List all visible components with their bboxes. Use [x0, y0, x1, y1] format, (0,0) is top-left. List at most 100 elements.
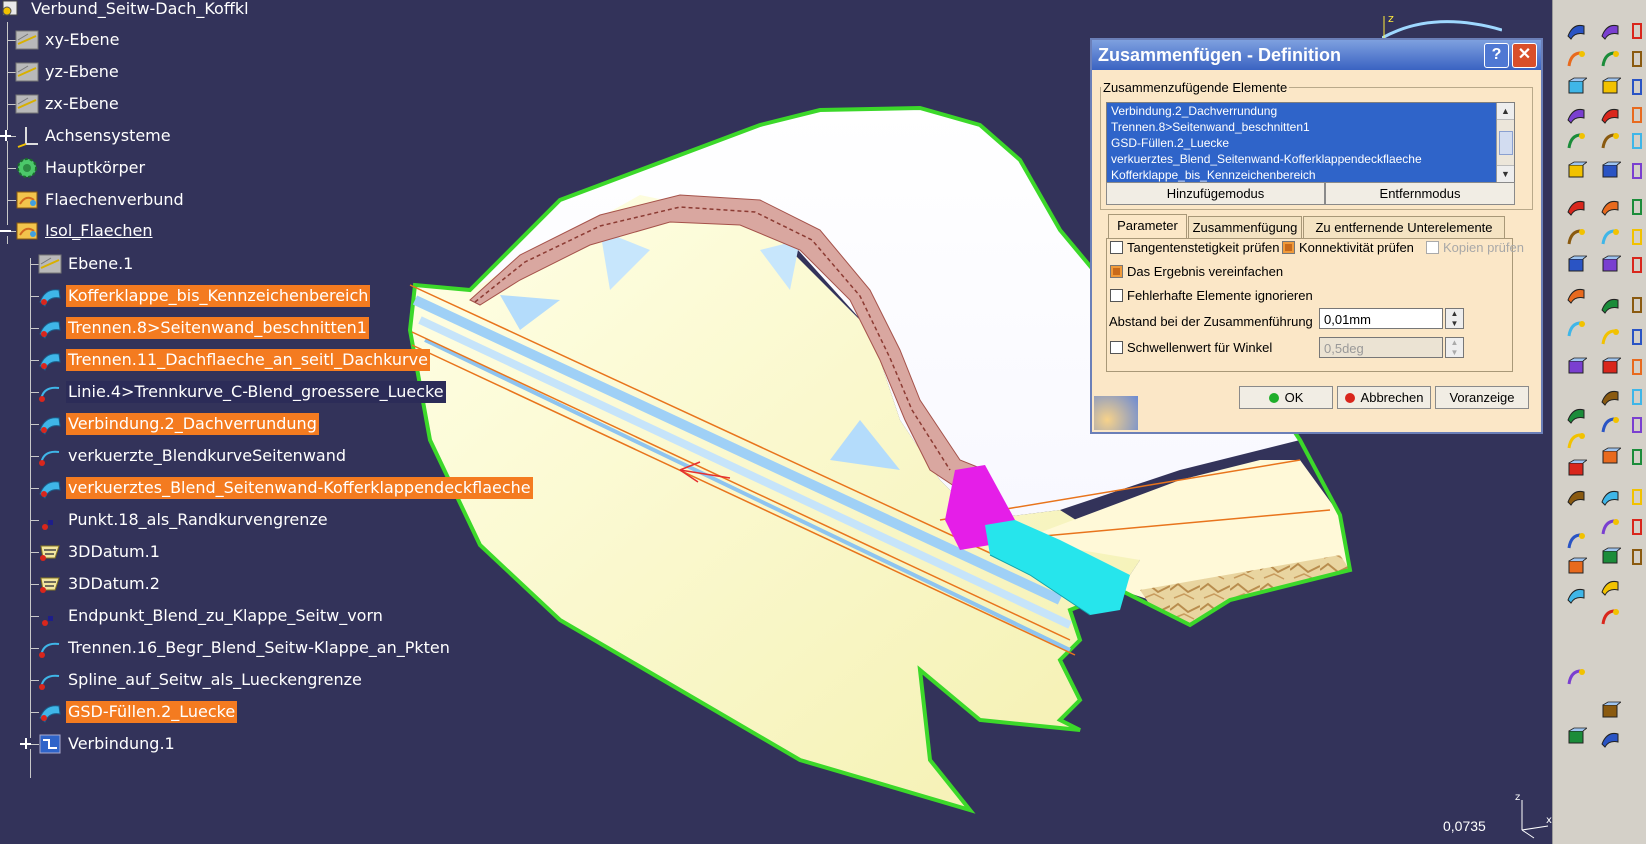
ignore-faulty-checkbox[interactable]: Fehlerhafte Elemente ignorieren: [1110, 288, 1313, 303]
toolbar-tool-icon[interactable]: [1565, 254, 1589, 276]
toolbar-tool-icon[interactable]: [1565, 726, 1589, 748]
tree-node[interactable]: Achsensysteme: [14, 123, 173, 149]
toolbar-tool-icon[interactable]: [1631, 516, 1646, 538]
cancel-button[interactable]: Abbrechen: [1337, 386, 1431, 409]
tree-node[interactable]: verkuerzte_BlendkurveSeitenwand: [37, 443, 348, 469]
toolbar-tool-icon[interactable]: [1565, 530, 1587, 552]
tree-node[interactable]: 3DDatum.2: [37, 571, 162, 597]
angle-threshold-checkbox[interactable]: Schwellenwert für Winkel: [1110, 340, 1272, 355]
tree-node[interactable]: xy-Ebene: [14, 27, 122, 53]
toolbar-tool-icon[interactable]: [1631, 486, 1646, 508]
tree-node[interactable]: GSD-Füllen.2_Luecke: [37, 699, 238, 725]
scroll-up-icon[interactable]: ▲: [1497, 103, 1514, 120]
toolbar-tool-icon[interactable]: [1631, 130, 1646, 152]
tree-node[interactable]: Trennen.8>Seitenwand_beschnitten1: [37, 315, 369, 341]
scroll-thumb[interactable]: [1499, 131, 1513, 155]
toolbar-tool-icon[interactable]: [1599, 728, 1621, 750]
toolbar-tool-icon[interactable]: [1599, 486, 1621, 508]
toolbar-tool-icon[interactable]: [1599, 294, 1621, 316]
specification-tree[interactable]: Verbund_Seitw-Dach_Koffkl xy-Ebene yz-Ebe…: [0, 0, 533, 844]
tree-node[interactable]: verkuerztes_Blend_Seitenwand-Kofferklapp…: [37, 475, 533, 501]
toolbar-tool-icon[interactable]: [1599, 606, 1621, 628]
toolbar-tool-icon[interactable]: [1631, 294, 1646, 316]
toolbar-tool-icon[interactable]: [1631, 48, 1646, 70]
scroll-down-icon[interactable]: ▼: [1497, 165, 1514, 182]
toolbar-tool-icon[interactable]: [1631, 356, 1646, 378]
tree-node[interactable]: Spline_auf_Seitw_als_Lueckengrenze: [37, 667, 364, 693]
tree-node[interactable]: Ebene.1: [37, 251, 135, 277]
toolbar-tool-icon[interactable]: [1565, 556, 1589, 578]
toolbar-tool-icon[interactable]: [1565, 196, 1587, 218]
toolbar-tool-icon[interactable]: [1565, 284, 1587, 306]
simplify-checkbox[interactable]: Das Ergebnis vereinfachen: [1110, 264, 1283, 279]
toolbar-tool-icon[interactable]: [1599, 546, 1623, 568]
toolbar-tool-icon[interactable]: [1599, 414, 1621, 436]
toolbar-tool-icon[interactable]: [1565, 666, 1587, 688]
tree-node[interactable]: Flaechenverbund: [14, 187, 186, 213]
toolbar-tool-icon[interactable]: [1565, 404, 1587, 426]
toolbar-tool-icon[interactable]: [1599, 356, 1623, 378]
add-mode-button[interactable]: Hinzufügemodus: [1106, 182, 1325, 205]
expand-icon[interactable]: [20, 738, 31, 749]
close-button[interactable]: ✕: [1512, 43, 1537, 68]
toolbar-tool-icon[interactable]: [1631, 254, 1646, 276]
tree-node[interactable]: Trennen.11_Dachflaeche_an_seitl_Dachkurv…: [37, 347, 430, 373]
tree-node[interactable]: Verbindung.1: [37, 731, 177, 757]
tab-subelements[interactable]: Zu entfernende Unterelemente: [1303, 216, 1505, 239]
toolbar-tool-icon[interactable]: [1565, 486, 1587, 508]
toolbar-tool-icon[interactable]: [1565, 104, 1587, 126]
dialog-title-bar[interactable]: Zusammenfügen - Definition ? ✕: [1092, 40, 1541, 70]
remove-mode-button[interactable]: Entfernmodus: [1325, 182, 1515, 205]
tree-node[interactable]: Linie.4>Trennkurve_C-Blend_groessere_Lue…: [37, 379, 446, 405]
toolbar-tool-icon[interactable]: [1599, 326, 1621, 348]
ok-button[interactable]: OK: [1239, 386, 1333, 409]
help-button[interactable]: ?: [1484, 43, 1509, 68]
toolbar-tool-icon[interactable]: [1631, 546, 1646, 568]
list-item[interactable]: Kofferklappe_bis_Kennzeichenbereich: [1107, 167, 1514, 182]
list-item[interactable]: Trennen.8>Seitenwand_beschnitten1: [1107, 119, 1514, 135]
toolbar-tool-icon[interactable]: [1631, 76, 1646, 98]
distance-input[interactable]: 0,01mm: [1319, 308, 1443, 329]
toolbar-tool-icon[interactable]: [1599, 104, 1621, 126]
collapse-icon[interactable]: [0, 225, 11, 236]
toolbar-tool-icon[interactable]: [1565, 584, 1587, 606]
tab-parameter[interactable]: Parameter: [1108, 214, 1187, 239]
tree-node[interactable]: Trennen.16_Begr_Blend_Seitw-Klappe_an_Pk…: [37, 635, 452, 661]
distance-spinner[interactable]: ▲ ▼: [1445, 308, 1464, 329]
toolbar-tool-icon[interactable]: [1599, 130, 1621, 152]
list-item[interactable]: Verbindung.2_Dachverrundung: [1107, 103, 1514, 119]
toolbar-tool-icon[interactable]: [1565, 430, 1587, 452]
toolbar-tool-icon[interactable]: [1599, 48, 1621, 70]
list-scrollbar[interactable]: ▲ ▼: [1496, 103, 1514, 182]
tree-node[interactable]: Kofferklappe_bis_Kennzeichenbereich: [37, 283, 371, 309]
toolbar-tool-icon[interactable]: [1565, 48, 1587, 70]
preview-button[interactable]: Voranzeige: [1435, 386, 1529, 409]
tree-node[interactable]: Isol_Flaechen: [14, 218, 155, 244]
toolbar-tool-icon[interactable]: [1599, 20, 1621, 42]
toolbar-tool-icon[interactable]: [1599, 254, 1623, 276]
toolbar-tool-icon[interactable]: [1599, 76, 1623, 98]
toolbar-tool-icon[interactable]: [1599, 386, 1621, 408]
toolbar-tool-icon[interactable]: [1565, 458, 1589, 480]
tree-node[interactable]: yz-Ebene: [14, 59, 121, 85]
toolbar-tool-icon[interactable]: [1599, 226, 1621, 248]
tree-node[interactable]: 3DDatum.1: [37, 539, 162, 565]
toolbar-tool-icon[interactable]: [1565, 318, 1587, 340]
toolbar-tool-icon[interactable]: [1565, 226, 1587, 248]
toolbar-tool-icon[interactable]: [1599, 446, 1623, 468]
toolbar-tool-icon[interactable]: [1599, 196, 1621, 218]
toolbar-tool-icon[interactable]: [1631, 226, 1646, 248]
toolbar-tool-icon[interactable]: [1631, 20, 1646, 42]
toolbar-tool-icon[interactable]: [1631, 446, 1646, 468]
expand-icon[interactable]: [0, 130, 11, 141]
toolbar-tool-icon[interactable]: [1599, 576, 1621, 598]
toolbar-tool-icon[interactable]: [1565, 130, 1587, 152]
tree-root[interactable]: Verbund_Seitw-Dach_Koffkl: [0, 0, 251, 22]
tree-node[interactable]: Endpunkt_Blend_zu_Klappe_Seitw_vorn: [37, 603, 385, 629]
toolbar-tool-icon[interactable]: [1565, 356, 1589, 378]
toolbar-tool-icon[interactable]: [1599, 516, 1621, 538]
list-item[interactable]: GSD-Füllen.2_Luecke: [1107, 135, 1514, 151]
toolbar-tool-icon[interactable]: [1631, 414, 1646, 436]
toolbar-tool-icon[interactable]: [1631, 386, 1646, 408]
toolbar-tool-icon[interactable]: [1565, 160, 1589, 182]
